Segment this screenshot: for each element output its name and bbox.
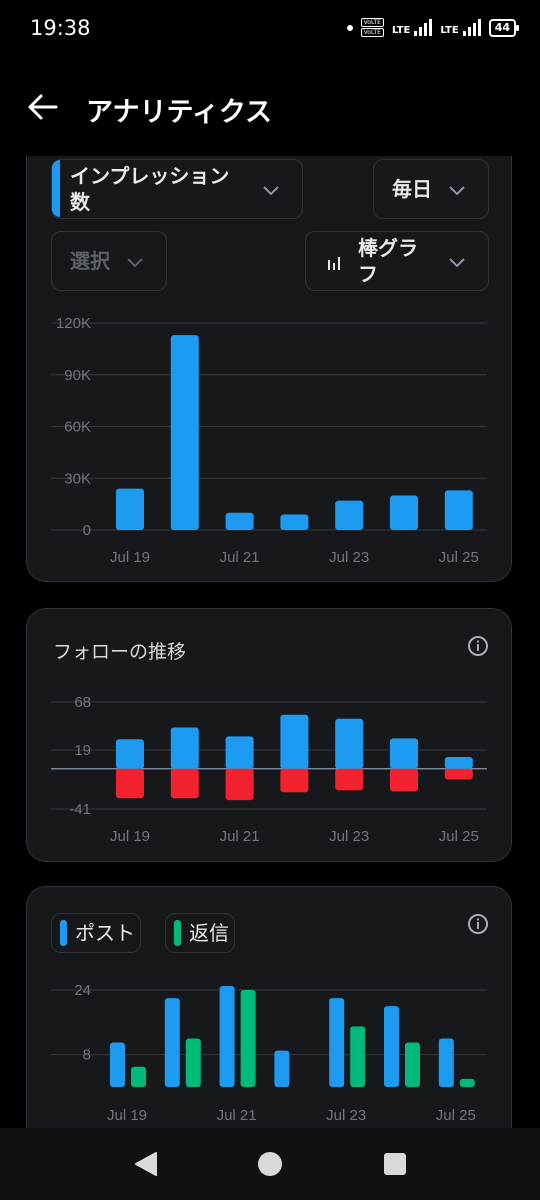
circle-home-icon[interactable] xyxy=(256,1150,284,1178)
bar xyxy=(280,514,309,530)
x-tick-label: Jul 19 xyxy=(110,828,150,845)
volte-icon: VoLTE VoLTE xyxy=(360,18,384,37)
bar xyxy=(274,1050,290,1087)
bar xyxy=(185,1038,201,1087)
x-tick-label: Jul 23 xyxy=(329,549,369,566)
y-tick-label: 0 xyxy=(83,522,91,539)
bar xyxy=(335,500,364,530)
x-tick-label: Jul 19 xyxy=(110,549,150,566)
bar xyxy=(384,1006,399,1087)
bar xyxy=(225,768,254,801)
y-tick-label: 30K xyxy=(64,470,91,487)
signal-icon-2: LTE xyxy=(440,19,481,36)
bar xyxy=(335,768,364,791)
app-bar: アナリティクス xyxy=(0,72,540,144)
bar xyxy=(390,738,418,769)
bar xyxy=(335,718,364,769)
bar xyxy=(390,495,418,530)
clock: 19:38 xyxy=(30,16,91,40)
notification-dot-icon xyxy=(346,24,353,31)
x-tick-label: Jul 23 xyxy=(329,828,369,845)
x-tick-label: Jul 25 xyxy=(439,549,479,566)
bar xyxy=(116,488,144,530)
impressions-bar-chart: 0 30K 60K 90K 120K Jul 19 Jul 21 Jul 23 Jul 25 xyxy=(51,315,487,566)
bar xyxy=(444,768,473,780)
y-tick-label: 68 xyxy=(74,694,91,711)
follows-bar-chart: -41 19 68 Jul 19 Jul 21 Jul 23 Jul 25 xyxy=(51,694,487,845)
page-title: アナリティクス xyxy=(86,97,273,128)
triangle-back-icon[interactable] xyxy=(133,1150,159,1178)
y-tick-label: 60K xyxy=(64,419,91,436)
bar xyxy=(131,1066,146,1087)
x-tick-label: Jul 21 xyxy=(220,549,260,566)
bar xyxy=(170,335,199,530)
x-tick-label: Jul 21 xyxy=(220,828,260,845)
bar xyxy=(329,998,345,1087)
bar xyxy=(444,756,473,769)
analytics-scroll[interactable]: インプレッション数 毎日 選択 棒グラフ 0 30K 60K 90K 120K Jul 1… xyxy=(0,156,540,1128)
x-tick-label: Jul 25 xyxy=(436,1107,476,1124)
y-tick-label: 8 xyxy=(83,1047,91,1064)
impressions-card: インプレッション数 毎日 選択 棒グラフ 0 30K 60K 90K 120K Jul 1… xyxy=(26,156,512,582)
bar xyxy=(459,1078,475,1087)
x-tick-label: Jul 19 xyxy=(107,1107,147,1124)
posts-bar-chart: 8 24 Jul 19 Jul 21 Jul 23 Jul 25 xyxy=(51,982,487,1124)
battery-icon: 44 xyxy=(488,18,520,37)
bar xyxy=(438,1038,454,1087)
bar xyxy=(280,768,309,793)
bar xyxy=(164,998,180,1087)
back-arrow-icon[interactable] xyxy=(26,90,60,124)
bar xyxy=(110,1042,125,1087)
x-tick-label: Jul 21 xyxy=(217,1107,257,1124)
bar xyxy=(225,736,254,769)
posts-card: ポスト 返信 8 24 Jul 19 Jul 21 Jul 23 Jul 25 xyxy=(26,886,512,1128)
system-nav-bar xyxy=(0,1128,540,1200)
bar xyxy=(405,1042,420,1087)
x-tick-label: Jul 23 xyxy=(326,1107,366,1124)
y-tick-label: 19 xyxy=(74,742,91,759)
bar xyxy=(280,714,309,769)
bar xyxy=(219,985,235,1087)
y-tick-label: 90K xyxy=(64,367,91,384)
x-tick-label: Jul 25 xyxy=(439,828,479,845)
bar xyxy=(350,1026,366,1087)
bar xyxy=(444,490,473,530)
y-tick-label: 24 xyxy=(74,982,91,999)
bar xyxy=(225,512,254,530)
bar xyxy=(390,768,418,792)
bar xyxy=(240,990,256,1087)
status-icons: VoLTE VoLTE LTE LTE 44 xyxy=(346,18,520,37)
y-tick-label: 120K xyxy=(56,315,91,332)
bar xyxy=(170,768,199,799)
bar xyxy=(116,768,144,799)
signal-icon: LTE xyxy=(392,19,433,36)
y-tick-label: -41 xyxy=(69,801,91,818)
status-bar: 19:38 VoLTE VoLTE LTE LTE 44 xyxy=(0,0,540,60)
follows-card: フォローの推移 -41 19 68 Jul 19 Jul 21 Jul 23 Jul 25 xyxy=(26,608,512,862)
bar xyxy=(170,727,199,769)
bar xyxy=(116,739,144,769)
square-recents-icon[interactable] xyxy=(383,1152,407,1176)
